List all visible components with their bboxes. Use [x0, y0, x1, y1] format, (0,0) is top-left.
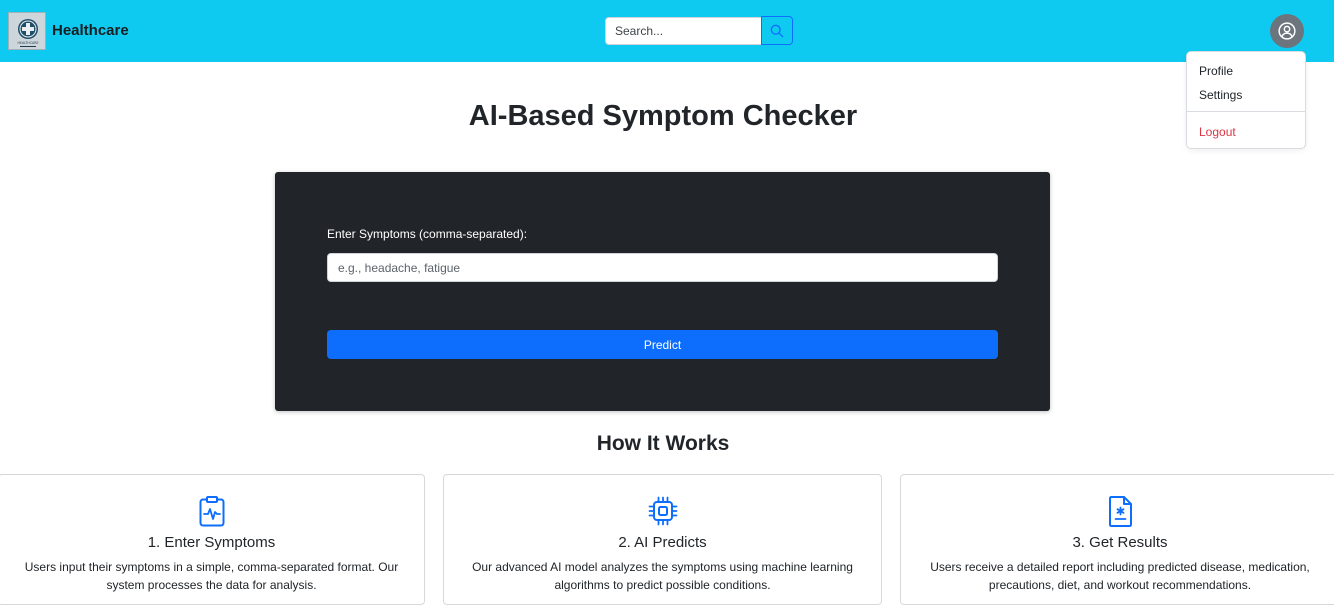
symptoms-label: Enter Symptoms (comma-separated):: [327, 227, 528, 241]
dropdown-item-profile[interactable]: Profile: [1199, 64, 1233, 78]
step-card-enter-symptoms: 1. Enter Symptoms Users input their symp…: [0, 474, 425, 605]
user-menu-toggle[interactable]: [1270, 14, 1304, 48]
step-title: 1. Enter Symptoms: [147, 534, 276, 551]
logo-text: HEALTHCARE: [18, 41, 39, 45]
user-circle-icon: [1278, 22, 1296, 40]
brand-name[interactable]: Healthcare: [52, 22, 129, 39]
file-medical-icon: [1105, 495, 1135, 527]
medical-cross-logo-icon: HEALTHCARE: [9, 13, 45, 49]
search-button[interactable]: [761, 16, 793, 45]
step-description: Our advanced AI model analyzes the sympt…: [472, 560, 853, 592]
predict-button[interactable]: Predict: [327, 330, 998, 359]
search-input[interactable]: [605, 17, 762, 45]
clipboard-pulse-icon: [197, 495, 227, 527]
step-description: Users input their symptoms in a simple, …: [24, 560, 399, 592]
search-icon: [770, 24, 784, 37]
top-navbar: HEALTHCARE Healthcare: [0, 0, 1334, 62]
step-description: Users receive a detailed report includin…: [930, 560, 1310, 592]
step-title: 3. Get Results: [1072, 534, 1168, 551]
how-it-works-title: How It Works: [596, 432, 730, 455]
step-card-ai-predicts: 2. AI Predicts Our advanced AI model ana…: [443, 474, 882, 605]
symptom-form-card: Enter Symptoms (comma-separated): Predic…: [275, 172, 1050, 411]
cpu-chip-icon: [648, 495, 678, 527]
step-card-get-results: 3. Get Results Users receive a detailed …: [900, 474, 1334, 605]
brand-logo[interactable]: HEALTHCARE: [8, 12, 46, 50]
step-title: 2. AI Predicts: [618, 534, 707, 551]
page-title: AI-Based Symptom Checker: [468, 100, 858, 132]
symptoms-input[interactable]: [327, 253, 998, 282]
